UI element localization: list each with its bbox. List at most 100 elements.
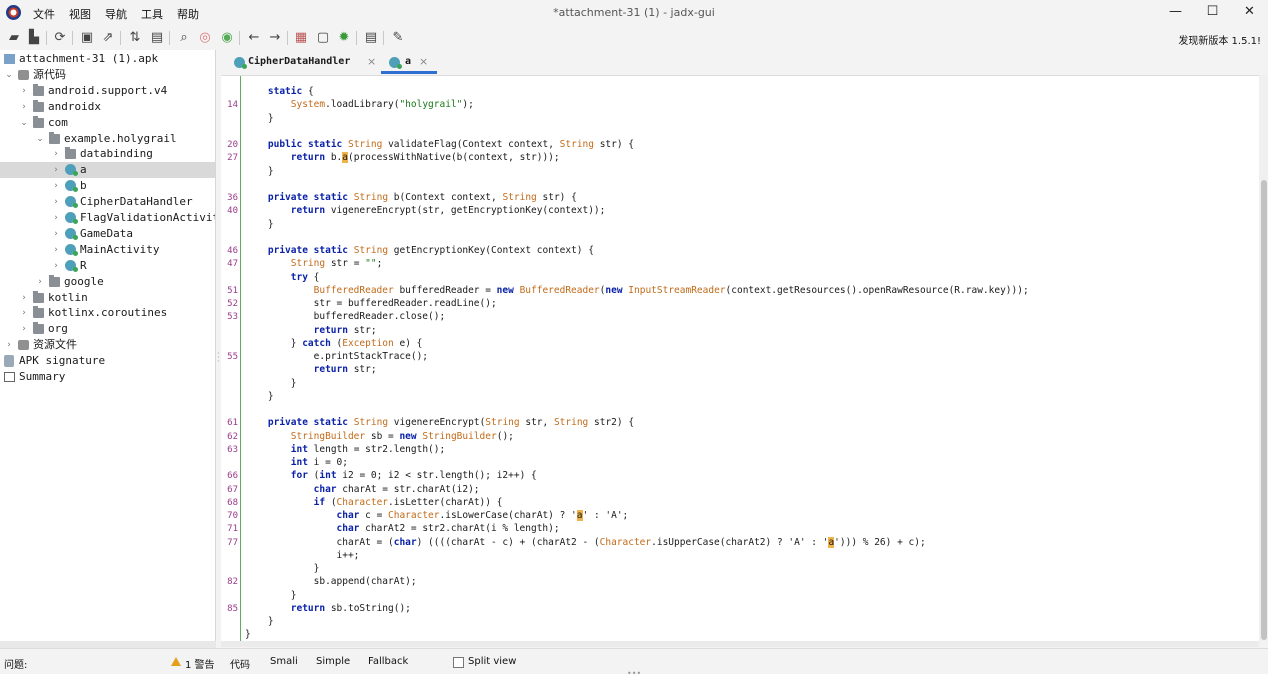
tree-item[interactable]: › google [0,274,215,290]
view-tab-smali[interactable]: Smali [270,656,298,667]
view-tab-fallback[interactable]: Fallback [368,656,408,667]
forward-icon[interactable]: → [267,30,283,46]
collapse-arrow-icon[interactable]: › [51,258,61,274]
tree-item[interactable]: › b [0,178,215,194]
code-line[interactable]: } [245,629,251,640]
collapse-arrow-icon[interactable]: › [19,99,29,115]
collapse-arrow-icon[interactable]: › [19,305,29,321]
code-line[interactable]: for (int i2 = 0; i2 < str.length(); i2++… [245,470,537,481]
resize-grip[interactable]: ••• [627,669,641,674]
code-line[interactable]: } [245,378,297,389]
code-line[interactable]: private static String vigenereEncrypt(St… [245,417,634,428]
code-line[interactable]: return sb.toString(); [245,603,411,614]
update-notice[interactable]: 发现新版本 1.5.1! [1178,32,1261,47]
collapse-arrow-icon[interactable]: › [51,210,61,226]
project-tree[interactable]: attachment-31 (1).apk ⌄ 源代码 › android.suppor… [0,50,216,641]
tree-item[interactable]: ⌄ com [0,115,215,131]
code-line[interactable]: BufferedReader bufferedReader = new Buff… [245,285,1029,296]
tree-item[interactable]: › GameData [0,226,215,242]
find-class-icon[interactable]: ◎ [197,30,213,46]
tree-item[interactable]: › databinding [0,146,215,162]
split-view-checkbox[interactable] [453,657,464,668]
splitter-handle[interactable]: · · · [217,350,220,366]
code-line[interactable]: StringBuilder sb = new StringBuilder(); [245,431,514,442]
tree-item[interactable]: ⌄ 源代码 [0,67,215,83]
code-line[interactable]: return str; [245,325,377,336]
tree-item[interactable]: › a [0,162,215,179]
tree-item[interactable]: APK signature [0,353,215,369]
code-line[interactable]: } [245,219,274,230]
collapse-arrow-icon[interactable]: › [51,242,61,258]
back-icon[interactable]: ← [246,30,262,46]
code-line[interactable]: } [245,166,274,177]
code-line[interactable]: return vigenereEncrypt(str, getEncryptio… [245,205,606,216]
collapse-arrow-icon[interactable]: › [19,83,29,99]
tree-item[interactable]: › MainActivity [0,242,215,258]
export-icon[interactable]: ⇗ [100,30,116,46]
code-line[interactable]: char charAt = str.charAt(i2); [245,484,480,495]
code-line[interactable]: bufferedReader.close(); [245,311,446,322]
add-files-icon[interactable]: ▙ [26,30,42,46]
find-usage-icon[interactable]: ◉ [219,30,235,46]
collapse-arrow-icon[interactable]: › [51,226,61,242]
close-window-button[interactable]: ✕ [1231,0,1268,26]
code-line[interactable]: if (Character.isLetter(charAt)) { [245,497,503,508]
tab-cipherdatahandler[interactable]: CipherDataHandler × [230,50,380,74]
collapse-arrow-icon[interactable]: › [51,146,61,162]
reload-icon[interactable]: ⟳ [52,30,68,46]
minimize-button[interactable]: — [1157,0,1194,26]
code-line[interactable]: int i = 0; [245,457,348,468]
code-line[interactable]: } catch (Exception e) { [245,338,423,349]
code-line[interactable]: } [245,113,274,124]
search-icon[interactable]: ⌕ [176,30,192,46]
open-file-icon[interactable]: ▰ [6,30,22,46]
tree-item[interactable]: › kotlin [0,290,215,306]
tree-item[interactable]: ⌄ example.holygrail [0,131,215,147]
tree-item[interactable]: › FlagValidationActivit [0,210,215,226]
code-line[interactable]: sb.append(charAt); [245,576,417,587]
code-line[interactable]: private static String b(Context context,… [245,192,577,203]
view-tab-code[interactable]: 代码 [230,656,250,671]
expand-arrow-icon[interactable]: ⌄ [35,131,45,147]
flatten-packages-icon[interactable]: ▤ [149,30,165,46]
quick-tabs-icon[interactable]: ▢ [315,30,331,46]
collapse-arrow-icon[interactable]: › [51,178,61,194]
code-line[interactable]: return str; [245,364,377,375]
save-icon[interactable]: ▣ [79,30,95,46]
code-line[interactable]: return b.a(processWithNative(b(context, … [245,152,560,164]
collapse-arrow-icon[interactable]: › [19,290,29,306]
collapse-arrow-icon[interactable]: › [51,162,61,178]
tree-item[interactable]: › kotlinx.coroutines [0,305,215,321]
tree-item[interactable]: Summary [0,369,215,385]
code-line[interactable]: String str = ""; [245,258,383,269]
code-line[interactable]: charAt = (char) ((((charAt - c) + (charA… [245,536,926,548]
tree-item[interactable]: › R [0,258,215,274]
code-line[interactable]: str = bufferedReader.readLine(); [245,298,497,309]
tree-item[interactable]: › 资源文件 [0,337,215,353]
debugger-icon[interactable]: ✹ [336,30,352,46]
code-line[interactable]: e.printStackTrace(); [245,351,428,362]
code-line[interactable]: i++; [245,550,360,561]
expand-arrow-icon[interactable]: ⌄ [19,115,29,131]
code-line[interactable]: } [245,391,274,402]
editor-scroll-thumb[interactable] [1261,180,1267,640]
code-line[interactable]: System.loadLibrary("holygrail"); [245,99,474,110]
preferences-icon[interactable]: ✎ [390,30,406,46]
code-line[interactable]: try { [245,272,320,283]
log-viewer-icon[interactable]: ▤ [363,30,379,46]
tree-item[interactable]: › CipherDataHandler [0,194,215,210]
warning-count[interactable]: 1 警告 [185,656,215,671]
code-line[interactable]: } [245,590,297,601]
tree-item[interactable]: › android.support.v4 [0,83,215,99]
tab-close-icon[interactable]: × [367,50,376,74]
tree-item[interactable]: › androidx [0,99,215,115]
editor-horizontal-scrollbar[interactable] [221,641,1259,647]
collapse-arrow-icon[interactable]: › [19,321,29,337]
maximize-button[interactable]: ☐ [1194,0,1231,26]
code-editor[interactable]: static {14 System.loadLibrary("holygrail… [221,75,1259,641]
view-tab-simple[interactable]: Simple [316,656,350,667]
code-line[interactable]: private static String getEncryptionKey(C… [245,245,594,256]
code-line[interactable]: char c = Character.isLowerCase(charAt) ?… [245,510,628,521]
tree-item[interactable]: › org [0,321,215,337]
sync-tree-icon[interactable]: ⇅ [127,30,143,46]
